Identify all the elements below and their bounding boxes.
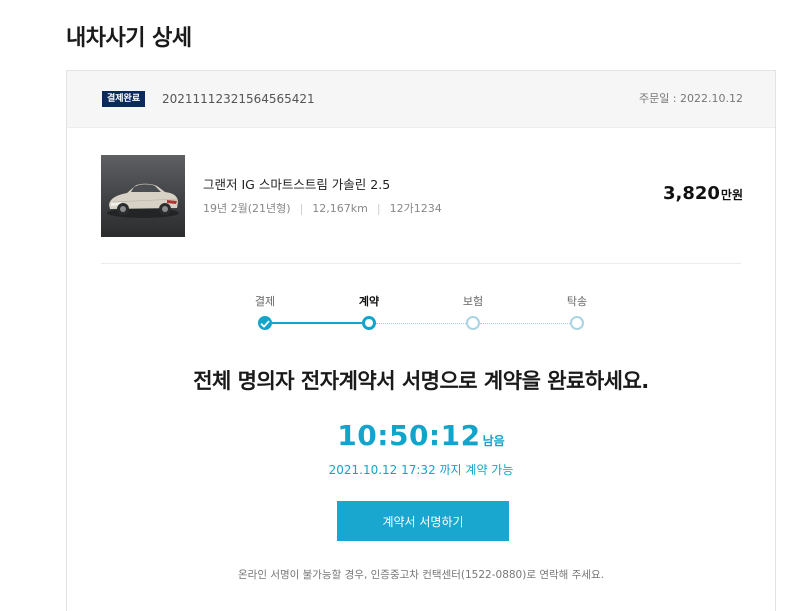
sign-contract-button[interactable]: 계약서 서명하기 xyxy=(337,501,509,541)
step-dot-insurance xyxy=(466,316,480,330)
check-icon xyxy=(260,320,270,328)
step-dot-payment xyxy=(258,316,272,330)
order-detail-card: 결제완료 20211112321564565421 주문일 : 2022.10.… xyxy=(66,70,776,611)
meta-separator: | xyxy=(299,202,304,215)
car-meta: 19년 2월(21년형) | 12,167km | 12가1234 xyxy=(203,200,442,216)
contract-headline: 전체 명의자 전자계약서 서명으로 계약을 완료하세요. xyxy=(193,369,649,393)
step-connector-done xyxy=(272,322,362,324)
section-divider xyxy=(101,263,741,264)
car-year: 19년 2월(21년형) xyxy=(203,202,291,215)
contract-deadline: 2021.10.12 17:32 까지 계약 가능 xyxy=(328,463,514,477)
step-dot-delivery xyxy=(570,316,584,330)
order-header: 결제완료 20211112321564565421 주문일 : 2022.10.… xyxy=(67,71,775,128)
status-badge: 결제완료 xyxy=(102,91,146,107)
order-number: 20211112321564565421 xyxy=(162,92,315,106)
meta-separator: | xyxy=(376,202,381,215)
countdown-time: 10:50:12 xyxy=(337,419,481,452)
step-connector-todo xyxy=(480,323,570,324)
step-dot-contract xyxy=(362,316,376,330)
price-value: 3,820 xyxy=(662,183,720,204)
step-label-contract: 계약 xyxy=(358,295,380,308)
step-label-insurance: 보험 xyxy=(462,295,484,308)
car-name[interactable]: 그랜저 IG 스마트스트림 가솔린 2.5 xyxy=(203,174,390,193)
price-unit: 만원 xyxy=(720,188,743,202)
car-thumbnail[interactable] xyxy=(101,155,185,237)
countdown-remain-label: 남음 xyxy=(482,434,505,448)
step-label-payment: 결제 xyxy=(254,295,276,308)
car-price: 3,820만원 xyxy=(663,183,743,204)
order-date: 주문일 : 2022.10.12 xyxy=(638,92,743,105)
car-plate: 12가1234 xyxy=(389,202,442,215)
step-connector-todo xyxy=(376,323,466,324)
car-image-icon xyxy=(107,183,179,218)
contact-notice: 온라인 서명이 불가능할 경우, 인증중고차 컨택센터(1522-0880)로 … xyxy=(238,569,604,581)
countdown-timer: 10:50:12 남음 xyxy=(67,419,775,452)
page-title: 내차사기 상세 xyxy=(66,26,192,51)
step-label-delivery: 탁송 xyxy=(566,295,588,308)
car-mileage: 12,167km xyxy=(312,202,368,215)
